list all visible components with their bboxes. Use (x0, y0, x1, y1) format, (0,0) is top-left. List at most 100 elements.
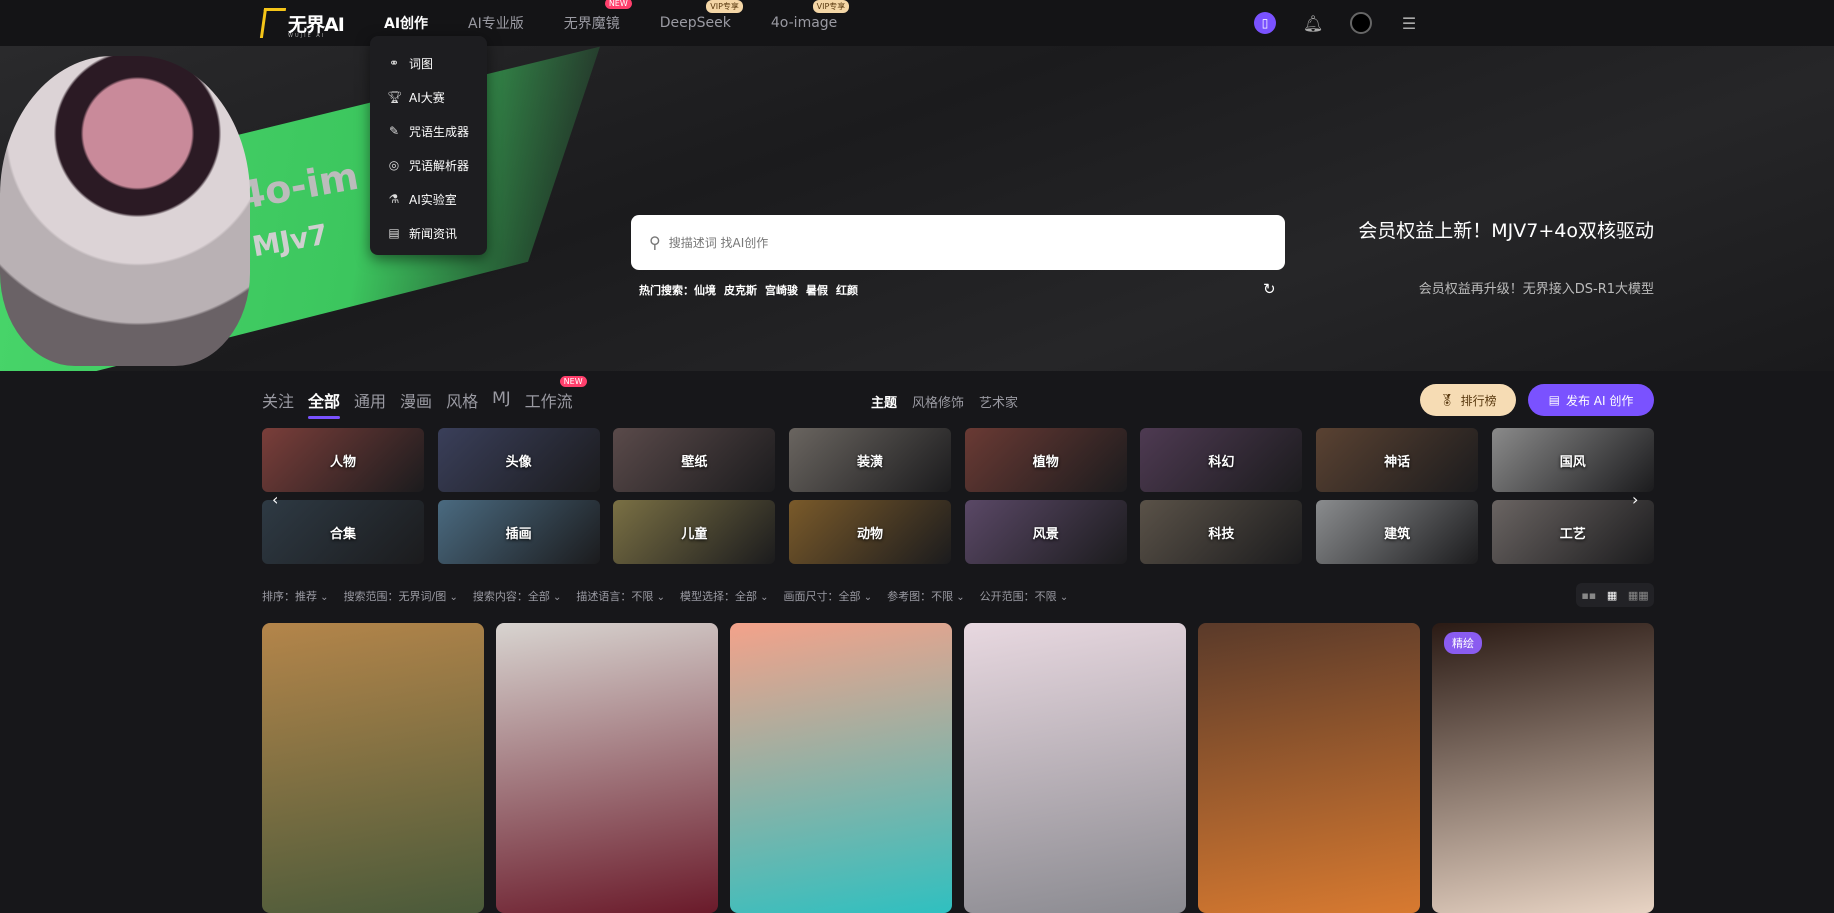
category-label: 头像 (505, 454, 532, 470)
medal-icon: 🏅︎ (1439, 393, 1455, 407)
bell-icon[interactable]: 🔔︎ (1302, 12, 1324, 34)
tab-all[interactable]: 全部 (308, 388, 341, 419)
header-icons: ▯ 🔔︎ ☰ (1254, 12, 1420, 34)
hot-term[interactable]: 暑假 (806, 282, 828, 298)
category-card[interactable]: 植物 (964, 428, 1127, 492)
hot-term[interactable]: 红颜 (836, 282, 858, 298)
view-small-icon[interactable]: ▦▦ (1628, 589, 1649, 602)
filter-dropdown[interactable]: 搜索范围：无界词/图 (344, 588, 458, 604)
category-card[interactable]: 科幻 (1140, 428, 1303, 492)
logo[interactable]: 无界AI WUJIE AI (259, 6, 345, 40)
category-card[interactable]: 神话 (1316, 428, 1479, 492)
hot-search-label: 热门搜索：仙境 (639, 282, 716, 298)
hot-term[interactable]: 仙境 (694, 284, 716, 297)
gallery-card[interactable] (1198, 623, 1420, 913)
promo-subtitle[interactable]: 会员权益再升级！无界接入DS-R1大模型 (1419, 278, 1654, 297)
filter-dropdown[interactable]: 画面尺寸：全部 (784, 588, 873, 604)
filter-dropdown[interactable]: 模型选择：全部 (680, 588, 769, 604)
news-icon: ▤ (388, 226, 400, 240)
subtab-artist[interactable]: 艺术家 (979, 392, 1018, 411)
tab-style[interactable]: 风格 (446, 388, 478, 412)
chevron-right-icon[interactable]: › (1632, 490, 1638, 509)
category-card[interactable]: 儿童 (613, 500, 776, 564)
view-toggle: ▪▪ ▦ ▦▦ (1576, 583, 1654, 607)
category-card[interactable]: 人物 (262, 428, 424, 492)
magic-wand-icon: ✎ (388, 124, 400, 138)
dropdown-item-contest[interactable]: 🏆︎ AI大赛 (387, 80, 487, 114)
view-medium-icon[interactable]: ▦ (1607, 589, 1617, 602)
content-tabs: 关注 全部 通用 漫画 风格 MJ 工作流 NEW (262, 376, 587, 419)
tab-mj[interactable]: MJ (492, 388, 511, 412)
vip-badge: VIP专享 (812, 0, 850, 13)
nav-4o-image[interactable]: 4o-image VIP专享 (771, 0, 850, 31)
menu-icon[interactable]: ☰ (1398, 12, 1420, 34)
nav-ai-create[interactable]: AI创作 (384, 13, 428, 33)
category-label: 人物 (329, 454, 356, 470)
category-card[interactable]: 工艺 (1491, 500, 1654, 564)
category-card[interactable]: 科技 (1140, 500, 1303, 564)
logo-subtext: WUJIE AI (288, 33, 326, 39)
category-label: 科技 (1208, 526, 1235, 542)
category-label: 建筑 (1384, 526, 1411, 542)
category-card[interactable]: 国风 (1491, 428, 1654, 492)
category-card[interactable]: 风景 (964, 500, 1127, 564)
category-card[interactable]: 合集 (262, 500, 424, 564)
publish-button[interactable]: ▤ 发布 AI 创作 (1528, 384, 1654, 416)
category-label: 动物 (857, 526, 884, 542)
search-input[interactable] (668, 235, 1229, 250)
filter-dropdown[interactable]: 排序：推荐 (262, 588, 329, 604)
ai-create-dropdown: ⚭ 词图 🏆︎ AI大赛 ✎ 咒语生成器 ◎ 咒语解析器 ⚗ AI实验室 ▤ 新闻资讯 (370, 36, 487, 255)
refresh-icon[interactable]: ↻ (1263, 280, 1276, 298)
avatar[interactable] (1350, 12, 1372, 34)
category-card[interactable]: 动物 (789, 500, 952, 564)
gallery-card[interactable] (496, 623, 718, 913)
category-label: 壁纸 (681, 454, 708, 470)
promo-title[interactable]: 会员权益上新！MJV7+4o双核驱动 (1358, 216, 1654, 243)
gallery-card[interactable]: 精绘 (1432, 623, 1654, 913)
tab-general[interactable]: 通用 (354, 388, 386, 412)
category-card[interactable]: 装潢 (789, 428, 952, 492)
subtab-style-modifier[interactable]: 风格修饰 (912, 392, 964, 411)
nav-ai-pro[interactable]: AI专业版 (468, 13, 524, 33)
dropdown-item-words[interactable]: ⚭ 词图 (387, 46, 487, 80)
category-card[interactable]: 头像 (437, 428, 600, 492)
publish-label: 发布 AI 创作 (1565, 393, 1634, 408)
search-box[interactable]: ⚲ (631, 215, 1285, 270)
view-large-icon[interactable]: ▪▪ (1581, 589, 1596, 602)
filter-dropdown[interactable]: 公开范围：不限 (980, 588, 1069, 604)
hot-term[interactable]: 皮克斯 (724, 282, 757, 298)
dropdown-label: AI大赛 (409, 90, 445, 105)
category-label: 插画 (505, 526, 532, 542)
subtab-theme[interactable]: 主题 (871, 392, 897, 411)
dropdown-item-news[interactable]: ▤ 新闻资讯 (387, 216, 487, 250)
category-card[interactable]: 插画 (437, 500, 600, 564)
filter-dropdown[interactable]: 描述语言：不限 (576, 588, 665, 604)
trophy-icon: 🏆︎ (387, 90, 403, 104)
hot-term[interactable]: 宫崎骏 (765, 282, 798, 298)
tab-comic[interactable]: 漫画 (400, 388, 432, 412)
ranking-button[interactable]: 🏅︎ 排行榜 (1420, 384, 1516, 416)
new-badge: NEW (604, 0, 632, 9)
dropdown-label: 词图 (409, 56, 434, 71)
gallery-card[interactable] (730, 623, 952, 913)
featured-badge: 精绘 (1444, 632, 1482, 654)
category-label: 风景 (1032, 526, 1059, 542)
category-card[interactable]: 建筑 (1316, 500, 1479, 564)
filter-bar: 排序：推荐搜索范围：无界词/图搜索内容：全部描述语言：不限模型选择：全部画面尺寸… (262, 588, 1068, 604)
category-label: 合集 (329, 526, 356, 542)
tab-workflow[interactable]: 工作流 NEW (525, 376, 587, 412)
nav-magic-mirror[interactable]: 无界魔镜 NEW (564, 0, 632, 33)
category-card[interactable]: 壁纸 (613, 428, 776, 492)
filter-dropdown[interactable]: 参考图：不限 (887, 588, 965, 604)
dropdown-item-prompt-generator[interactable]: ✎ 咒语生成器 (387, 114, 487, 148)
tab-follow[interactable]: 关注 (262, 388, 294, 412)
filter-dropdown[interactable]: 搜索内容：全部 (473, 588, 562, 604)
phone-icon[interactable]: ▯ (1254, 12, 1276, 34)
dropdown-label: 新闻资讯 (409, 226, 458, 241)
dropdown-item-lab[interactable]: ⚗ AI实验室 (387, 182, 487, 216)
chevron-left-icon[interactable]: ‹ (272, 490, 278, 509)
gallery-card[interactable] (964, 623, 1186, 913)
nav-deepseek[interactable]: DeepSeek VIP专享 (660, 0, 743, 31)
gallery-card[interactable] (262, 623, 484, 913)
dropdown-item-prompt-parser[interactable]: ◎ 咒语解析器 (387, 148, 487, 182)
